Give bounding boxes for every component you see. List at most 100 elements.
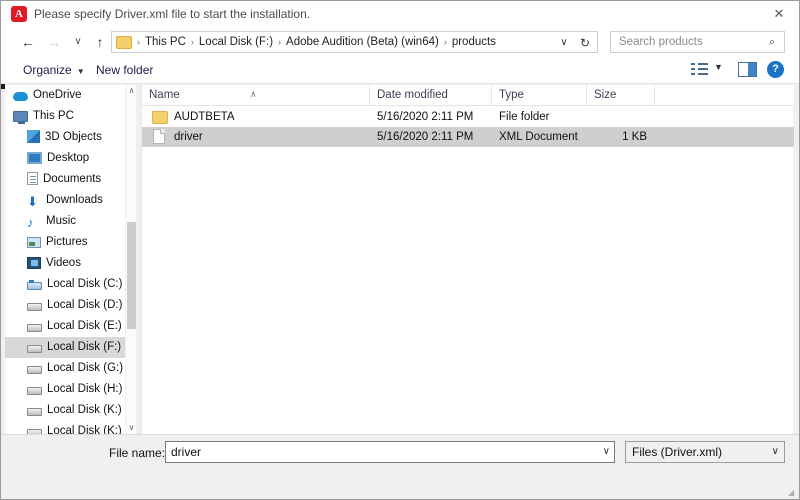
sidebar-item-label: Desktop: [47, 152, 90, 164]
breadcrumb-item-products[interactable]: products: [449, 36, 499, 48]
view-options-icon[interactable]: [691, 62, 708, 77]
sidebar-item-label: Local Disk (K:): [47, 425, 122, 434]
refresh-icon[interactable]: ↻: [576, 34, 594, 52]
videos-icon: [27, 257, 41, 269]
recent-locations-icon[interactable]: ∨: [67, 31, 89, 53]
sidebar-scrollbar[interactable]: ∧ ∨: [125, 85, 136, 434]
column-header-row: Name ∧ Date modified Type Size: [142, 85, 794, 106]
scrollbar-thumb[interactable]: [127, 222, 136, 329]
breadcrumb-separator: ›: [190, 37, 194, 47]
sidebar-item-label: Local Disk (G:): [47, 362, 124, 374]
sidebar-item-label: Videos: [46, 257, 81, 269]
xml-document-icon: [153, 129, 165, 144]
file-name-text: driver: [174, 131, 203, 143]
sidebar-item-3d-objects[interactable]: 3D Objects: [5, 127, 135, 148]
sidebar-item-pictures[interactable]: Pictures: [5, 232, 135, 253]
sidebar-item-documents[interactable]: Documents: [5, 169, 135, 190]
drive-icon: [27, 324, 42, 332]
preview-pane-icon[interactable]: [738, 62, 757, 77]
scroll-up-icon[interactable]: ∧: [126, 85, 137, 97]
documents-icon: [27, 172, 38, 185]
breadcrumb-item-this-pc[interactable]: This PC: [142, 36, 189, 48]
sidebar-item-label: Local Disk (K:): [47, 404, 122, 416]
drive-icon: [27, 408, 42, 416]
sidebar-item-local-disk-k[interactable]: Local Disk (K:): [5, 421, 135, 434]
file-name-input[interactable]: driver ∨: [165, 441, 615, 463]
folder-icon: [152, 111, 168, 124]
sidebar-item-local-disk-g[interactable]: Local Disk (G:): [5, 358, 135, 379]
table-row[interactable]: AUDTBETA 5/16/2020 2:11 PM File folder: [142, 107, 794, 127]
column-header-name[interactable]: Name ∧: [142, 85, 370, 105]
drive-icon: [27, 366, 42, 374]
breadcrumb-separator: ›: [278, 37, 282, 47]
chevron-down-icon[interactable]: ▼: [714, 62, 723, 72]
sidebar-item-label: Local Disk (D:): [47, 299, 123, 311]
file-list: Name ∧ Date modified Type Size AUDTBETA 5…: [141, 85, 794, 434]
drive-icon: [27, 303, 42, 311]
sidebar-item-label: Local Disk (H:): [47, 383, 123, 395]
sidebar-item-local-disk-e[interactable]: Local Disk (E:): [5, 316, 135, 337]
sidebar-item-local-disk-k[interactable]: Local Disk (K:): [5, 400, 135, 421]
resize-grip[interactable]: ◢: [788, 488, 798, 498]
sidebar-item-label: Documents: [43, 173, 102, 185]
search-placeholder: Search products: [619, 36, 703, 48]
downloads-icon: ⬇: [27, 194, 38, 209]
desktop-icon: [27, 152, 42, 164]
sidebar-item-local-disk-c[interactable]: Local Disk (C:): [5, 274, 135, 295]
chevron-down-icon[interactable]: ∨: [772, 442, 779, 462]
drive-icon: [27, 345, 42, 353]
sidebar-item-local-disk-f[interactable]: Local Disk (F:): [5, 337, 135, 358]
sidebar-item-onedrive[interactable]: OneDrive: [5, 85, 135, 106]
chevron-down-icon[interactable]: ∨: [603, 442, 610, 462]
title-bar: A Please specify Driver.xml file to star…: [1, 1, 799, 27]
close-icon[interactable]: ✕: [757, 1, 799, 27]
system-drive-icon: [27, 280, 42, 290]
breadcrumb-item-local-disk-f[interactable]: Local Disk (F:): [196, 36, 276, 48]
sidebar-item-desktop[interactable]: Desktop: [5, 148, 135, 169]
file-type-filter-select[interactable]: Files (Driver.xml) ∨: [625, 441, 785, 463]
sort-ascending-icon: ∧: [250, 89, 257, 99]
sidebar-item-this-pc[interactable]: This PC: [5, 106, 135, 127]
file-name-cell: driver: [152, 127, 203, 147]
sidebar-item-downloads[interactable]: ⬇ Downloads: [5, 190, 135, 211]
search-input[interactable]: Search products ⌕: [610, 31, 785, 53]
sidebar-item-label: Local Disk (E:): [47, 320, 122, 332]
table-row[interactable]: driver 5/16/2020 2:11 PM XML Document 1 KB: [142, 127, 794, 147]
organize-button[interactable]: Organize ▼: [23, 56, 85, 84]
search-icon[interactable]: ⌕: [765, 34, 779, 50]
column-header-size[interactable]: Size: [587, 85, 655, 105]
column-header-name-label: Name: [149, 89, 180, 101]
sidebar-item-label: Music: [46, 215, 77, 227]
file-date-cell: 5/16/2020 2:11 PM: [377, 111, 474, 123]
sidebar-item-local-disk-h[interactable]: Local Disk (H:): [5, 379, 135, 400]
forward-icon[interactable]: →: [43, 31, 65, 53]
this-pc-icon: [13, 111, 28, 124]
address-bar[interactable]: › This PC › Local Disk (F:) › Adobe Audi…: [111, 31, 598, 53]
file-name-text: AUDTBETA: [174, 111, 235, 123]
sidebar-item-label: This PC: [33, 110, 74, 122]
breadcrumb-item-adobe-audition[interactable]: Adobe Audition (Beta) (win64): [283, 36, 442, 48]
file-open-dialog: A Please specify Driver.xml file to star…: [0, 0, 800, 500]
column-header-date-modified[interactable]: Date modified: [370, 85, 492, 105]
help-icon[interactable]: ?: [767, 61, 784, 78]
sidebar-item-local-disk-d[interactable]: Local Disk (D:): [5, 295, 135, 316]
adobe-audition-icon: A: [11, 6, 27, 22]
back-icon[interactable]: ←: [17, 31, 39, 53]
file-size-cell: 1 KB: [622, 131, 647, 143]
sidebar-item-label: Pictures: [46, 236, 88, 248]
scroll-down-icon[interactable]: ∨: [126, 422, 137, 434]
chevron-down-icon[interactable]: ∨: [555, 34, 573, 52]
sidebar-item-label: OneDrive: [33, 89, 82, 101]
up-icon[interactable]: ↑: [89, 31, 111, 53]
file-type-cell: XML Document: [499, 131, 578, 143]
new-folder-button[interactable]: New folder: [96, 56, 153, 84]
sidebar-item-label: Local Disk (F:): [47, 341, 122, 353]
chevron-down-icon: ▼: [76, 67, 85, 76]
sidebar-item-music[interactable]: ♪ Music: [5, 211, 135, 232]
sidebar-item-label: Local Disk (C:): [47, 278, 123, 290]
command-bar: Organize ▼ New folder ▼ ?: [1, 56, 799, 84]
sidebar-item-videos[interactable]: Videos: [5, 253, 135, 274]
file-name-value: driver: [171, 445, 202, 459]
organize-label: Organize: [23, 63, 72, 77]
column-header-type[interactable]: Type: [492, 85, 587, 105]
